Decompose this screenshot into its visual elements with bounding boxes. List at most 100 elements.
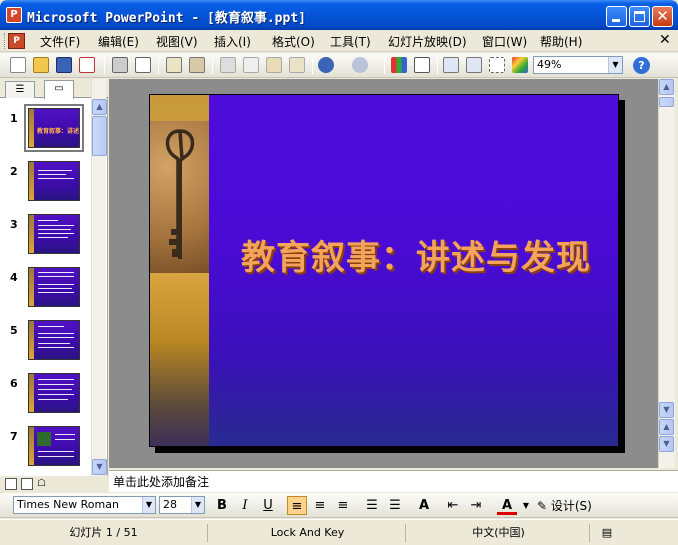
- standard-toolbar: 49% ▼ ?: [0, 53, 678, 78]
- slide-sorter-view-icon[interactable]: [21, 478, 33, 490]
- slide-thumb-row[interactable]: 1 教育叙事：讲述与发现: [0, 104, 91, 152]
- open-icon[interactable]: [33, 57, 49, 73]
- font-color-button[interactable]: A: [497, 496, 517, 515]
- permission-icon[interactable]: [79, 57, 95, 73]
- slide-thumb-row[interactable]: 4: [0, 267, 91, 307]
- chevron-down-icon[interactable]: ▼: [516, 496, 536, 515]
- insert-table-icon[interactable]: [414, 57, 430, 73]
- numbering-button[interactable]: ☰: [362, 496, 382, 515]
- research-icon[interactable]: [189, 57, 205, 73]
- color-grayscale-icon[interactable]: [512, 57, 528, 73]
- slide-thumbnail[interactable]: [28, 373, 80, 413]
- maximize-button[interactable]: [629, 6, 650, 27]
- document-close-icon[interactable]: ✕: [659, 32, 671, 48]
- menubar-grip[interactable]: [4, 33, 6, 49]
- font-name-combobox[interactable]: Times New Roman ▼: [13, 496, 156, 514]
- help-icon[interactable]: ?: [633, 57, 650, 74]
- zoom-combobox[interactable]: 49% ▼: [533, 56, 623, 74]
- menu-bar: P 文件(F) 编辑(E) 视图(V) 插入(I) 格式(O) 工具(T) 幻灯…: [0, 30, 678, 52]
- slide-number: 2: [10, 165, 18, 178]
- menu-view[interactable]: 视图(V): [156, 33, 198, 49]
- menu-help[interactable]: 帮助(H): [540, 33, 582, 49]
- increase-font-button[interactable]: A: [414, 496, 434, 515]
- increase-indent-button[interactable]: ⇥: [466, 496, 486, 515]
- insert-chart-icon[interactable]: [391, 57, 407, 73]
- chevron-down-icon[interactable]: ▼: [142, 497, 155, 513]
- key-icon: [165, 129, 195, 259]
- menu-file[interactable]: 文件(F): [40, 33, 80, 49]
- align-center-button[interactable]: ≡: [310, 496, 330, 515]
- slide-position: 幻灯片 1 / 51: [0, 524, 208, 542]
- design-button[interactable]: ✎ 设计(S): [537, 497, 592, 514]
- scroll-down-button[interactable]: ▼: [92, 459, 107, 475]
- bold-button[interactable]: B: [212, 496, 232, 515]
- toolbar-separator: [104, 57, 105, 74]
- toolbar-separator: [312, 57, 313, 74]
- close-button[interactable]: ✕: [652, 6, 673, 27]
- slide-scrollbar[interactable]: ▲ ▼ ▲ ▼: [658, 79, 675, 468]
- slide-thumb-row[interactable]: 6: [0, 373, 91, 413]
- spelling-icon[interactable]: [166, 57, 182, 73]
- print-icon[interactable]: [112, 57, 128, 73]
- copy-icon[interactable]: [243, 57, 259, 73]
- font-size-combobox[interactable]: 28 ▼: [159, 496, 205, 514]
- thumbnails-scrollbar[interactable]: ▲ ▼: [91, 79, 107, 476]
- align-left-button[interactable]: ≡: [287, 496, 307, 515]
- grid-icon[interactable]: [489, 57, 505, 73]
- spelling-status-icon[interactable]: ▤: [592, 524, 622, 542]
- paste-icon[interactable]: [266, 57, 282, 73]
- decrease-indent-button[interactable]: ⇤: [443, 496, 463, 515]
- window-title: Microsoft PowerPoint - [教育叙事.ppt]: [27, 11, 306, 26]
- chevron-down-icon[interactable]: ▼: [191, 497, 204, 513]
- scroll-thumb[interactable]: [659, 97, 674, 107]
- bullets-button[interactable]: ☰: [385, 496, 405, 515]
- document-icon[interactable]: P: [8, 33, 25, 49]
- italic-button[interactable]: I: [235, 496, 255, 515]
- notes-pane[interactable]: 单击此处添加备注: [109, 470, 678, 492]
- save-icon[interactable]: [56, 57, 72, 73]
- powerpoint-app-icon[interactable]: P: [6, 7, 22, 23]
- scroll-up-button[interactable]: ▲: [92, 99, 107, 115]
- next-slide-button[interactable]: ▼: [659, 436, 674, 452]
- toolbar-separator: [212, 57, 213, 74]
- slide-title[interactable]: 教育叙事：讲述与发现: [212, 230, 618, 279]
- thumb-image: [37, 432, 51, 446]
- slide-thumb-row[interactable]: 3: [0, 214, 91, 254]
- redo-icon[interactable]: [352, 57, 368, 73]
- undo-icon[interactable]: [318, 57, 334, 73]
- align-right-button[interactable]: ≡: [333, 496, 353, 515]
- tab-slides[interactable]: ▭: [44, 80, 74, 99]
- show-formatting-icon[interactable]: [466, 57, 482, 73]
- minimize-button[interactable]: [606, 6, 627, 27]
- format-painter-icon[interactable]: [289, 57, 305, 73]
- slide-thumbnail[interactable]: [28, 214, 80, 254]
- slideshow-view-icon[interactable]: ☖: [37, 478, 49, 490]
- previous-slide-button[interactable]: ▲: [659, 419, 674, 435]
- slide-thumbnail[interactable]: [28, 267, 80, 307]
- slide-thumb-row[interactable]: 2: [0, 161, 91, 201]
- tab-outline[interactable]: ☰: [5, 81, 35, 98]
- underline-button[interactable]: U: [258, 496, 278, 515]
- scroll-down-button[interactable]: ▼: [659, 402, 674, 418]
- menu-window[interactable]: 窗口(W): [482, 33, 527, 49]
- menu-slideshow[interactable]: 幻灯片放映(D): [388, 33, 467, 49]
- slide-thumb-row[interactable]: 7: [0, 426, 91, 466]
- slide-thumb-row[interactable]: 5: [0, 320, 91, 360]
- menu-insert[interactable]: 插入(I): [214, 33, 251, 49]
- cut-icon[interactable]: [220, 57, 236, 73]
- slide-thumbnail[interactable]: [28, 426, 80, 466]
- scroll-up-button[interactable]: ▲: [659, 79, 674, 95]
- menu-tools[interactable]: 工具(T): [330, 33, 371, 49]
- chevron-down-icon[interactable]: ▼: [608, 57, 622, 73]
- current-slide[interactable]: 教育叙事：讲述与发现: [149, 94, 619, 447]
- slide-thumbnail[interactable]: [28, 320, 80, 360]
- menu-edit[interactable]: 编辑(E): [98, 33, 139, 49]
- print-preview-icon[interactable]: [135, 57, 151, 73]
- new-icon[interactable]: [10, 57, 26, 73]
- slide-thumbnail[interactable]: 教育叙事：讲述与发现: [24, 104, 84, 152]
- expand-all-icon[interactable]: [443, 57, 459, 73]
- menu-format[interactable]: 格式(O): [272, 33, 315, 49]
- scroll-thumb[interactable]: [92, 116, 107, 156]
- slide-thumbnail[interactable]: [28, 161, 80, 201]
- normal-view-icon[interactable]: [5, 478, 17, 490]
